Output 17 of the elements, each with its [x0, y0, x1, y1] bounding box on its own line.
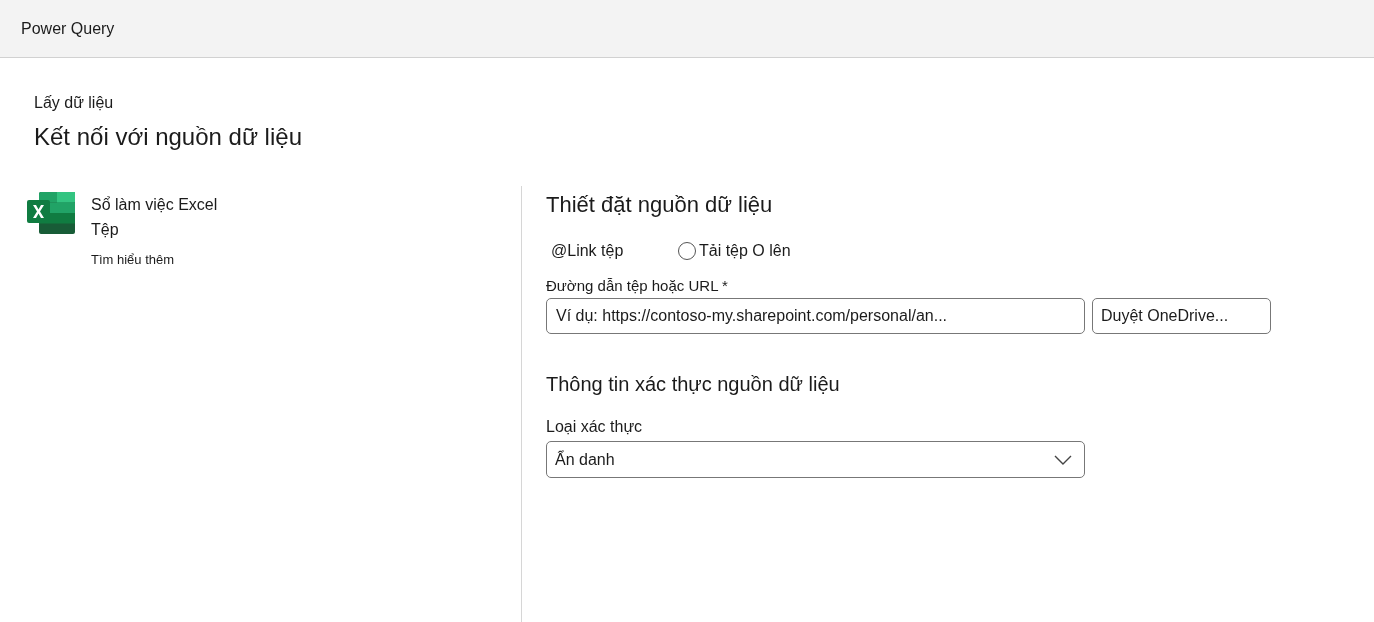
- page-title: Kết nối với nguồn dữ liệu: [34, 122, 303, 152]
- connector-category: Tệp: [91, 220, 120, 240]
- radio-label: Tải tệp O lên: [699, 241, 791, 261]
- chevron-down-icon: [1054, 454, 1072, 465]
- credentials-heading: Thông tin xác thực nguồn dữ liệu: [546, 372, 841, 397]
- url-input-field[interactable]: Ví dụ: https://contoso-my.sharepoint.com/personal/an...: [546, 298, 1085, 334]
- auth-type-dropdown[interactable]: Ẩn danh: [546, 441, 1085, 478]
- path-field-label: Đường dẫn tệp hoặc URL *: [546, 276, 729, 296]
- breadcrumb-text: Lấy dữ liệu: [34, 93, 115, 113]
- settings-heading: Thiết đặt nguồn dữ liệu: [546, 191, 774, 219]
- connector-name: Sổ làm việc Excel: [91, 195, 218, 215]
- browse-onedrive-button[interactable]: Duyệt OneDrive...: [1092, 298, 1271, 334]
- link-option[interactable]: @Link tệp: [551, 239, 678, 263]
- learn-more-link[interactable]: Tìm hiểu thêm: [91, 251, 218, 269]
- auth-type-label: Loại xác thực: [546, 417, 644, 437]
- app-title: Power Query: [21, 18, 115, 39]
- spreadsheet-logo-icon: [27, 192, 75, 234]
